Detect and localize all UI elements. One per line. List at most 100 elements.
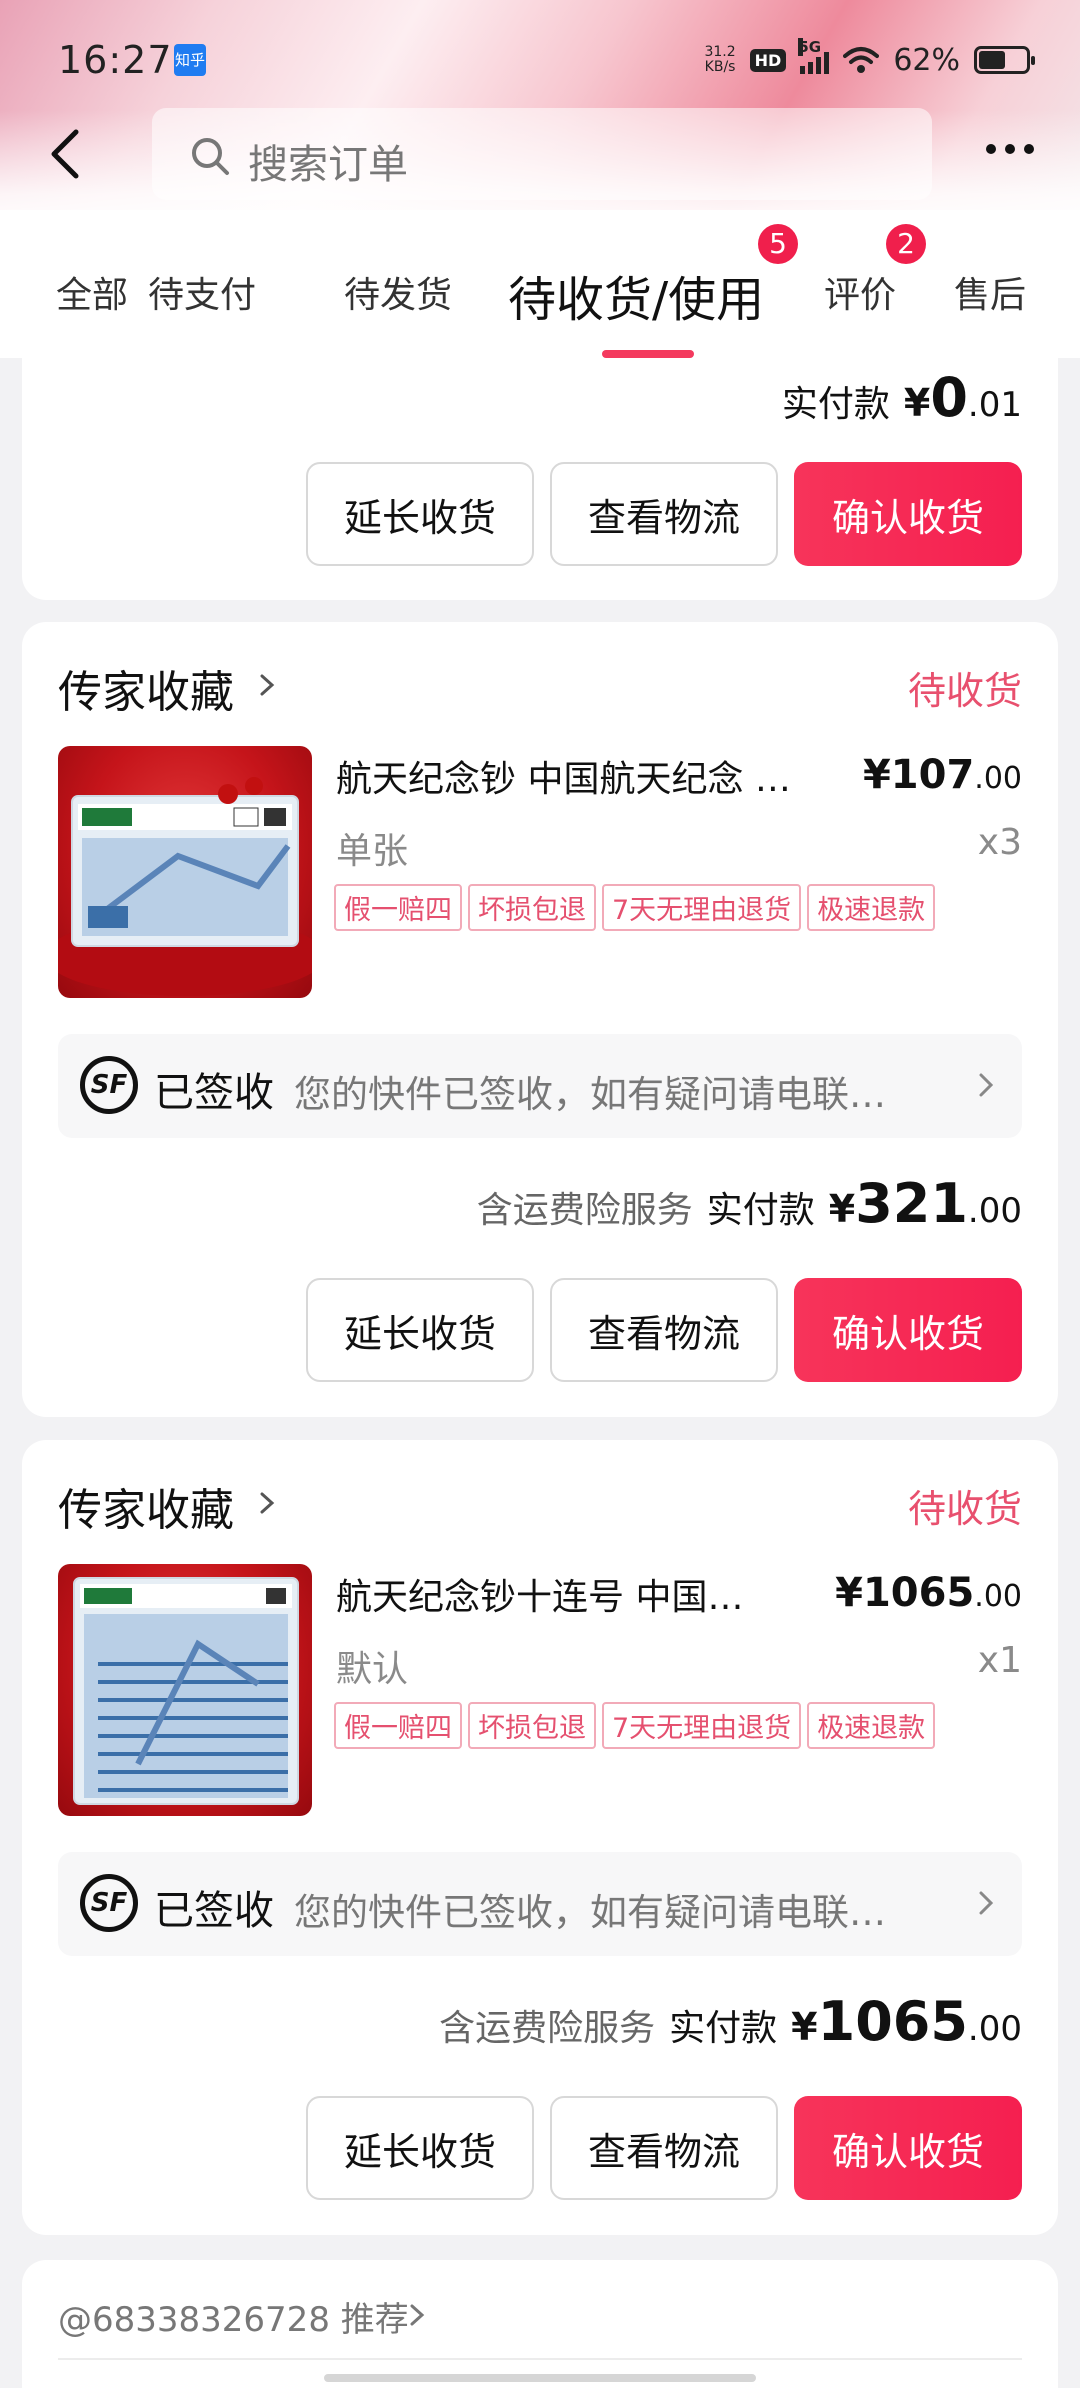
logistics-row[interactable]: SF 已签收 您的快件已签收，如有疑问请电联… <box>58 1034 1022 1138</box>
service-tags: 假一赔四 坏损包退 7天无理由退货 极速退款 <box>334 884 936 931</box>
tab-pending-shipment[interactable]: 待发货 <box>344 266 452 318</box>
price-int: 107 <box>890 752 975 798</box>
status-indicators: 31.2 KB/s HD 5G 62% <box>704 38 1035 80</box>
pay-label: 实付款 <box>706 1190 815 1231</box>
battery-icon <box>974 46 1035 74</box>
product-quantity: x3 <box>977 822 1022 863</box>
logistics-status: 已签收 <box>154 1070 274 1116</box>
search-input[interactable]: 搜索订单 <box>152 108 932 200</box>
search-icon <box>192 138 229 175</box>
product-title[interactable]: 航天纪念钞十连号 中国… <box>336 1568 743 1620</box>
extend-receipt-button[interactable]: 延长收货 <box>306 1278 534 1382</box>
order-status: 待收货 <box>907 1487 1022 1531</box>
service-tag: 坏损包退 <box>468 1702 596 1749</box>
search-placeholder: 搜索订单 <box>248 142 408 188</box>
wifi-icon <box>843 47 880 73</box>
logistics-message: 您的快件已签收，如有疑问请电联… <box>294 1891 886 1934</box>
product-image[interactable] <box>58 746 312 998</box>
insurance-label: 含运费险服务 <box>439 2008 656 2049</box>
net-speed: 31.2 KB/s <box>704 45 735 75</box>
payment-row: 实付款 ¥0.01 <box>782 366 1022 429</box>
tab-badge: 5 <box>758 224 798 264</box>
service-tag: 7天无理由退货 <box>602 884 802 931</box>
order-card[interactable]: 传家收藏 待收货 航天纪念钞十连号 中国… ¥1065.00 默认 x1 假一赔… <box>22 1440 1058 2235</box>
more-icon[interactable] <box>986 144 1034 154</box>
logistics-row[interactable]: SF 已签收 您的快件已签收，如有疑问请电联… <box>58 1852 1022 1956</box>
shop-name[interactable]: 传家收藏 <box>58 656 234 720</box>
price-int: 1065 <box>862 1570 975 1616</box>
order-card: 实付款 ¥0.01 延长收货 查看物流 确认收货 <box>22 330 1058 600</box>
divider <box>58 2358 1022 2360</box>
logistics-status: 已签收 <box>154 1888 274 1934</box>
confirm-receipt-button[interactable]: 确认收货 <box>794 462 1022 566</box>
chevron-right-icon <box>410 2304 425 2326</box>
extend-receipt-button[interactable]: 延长收货 <box>306 462 534 566</box>
logistics-message: 您的快件已签收，如有疑问请电联… <box>294 1073 886 1116</box>
back-icon[interactable] <box>40 126 96 182</box>
status-time: 16:27 <box>58 38 173 82</box>
zhihu-app-icon: 知乎 <box>174 44 206 76</box>
battery-percent: 62% <box>893 42 960 78</box>
net-speed-unit: KB/s <box>704 59 736 75</box>
pay-amount-int: 0 <box>930 366 968 429</box>
pay-amount-dec: .00 <box>967 1191 1022 1231</box>
product-image[interactable] <box>58 1564 312 1816</box>
banknote-image <box>58 777 312 996</box>
extend-receipt-button[interactable]: 延长收货 <box>306 2096 534 2200</box>
currency-symbol: ¥ <box>903 381 931 425</box>
action-buttons: 延长收货 查看物流 确认收货 <box>306 2096 1022 2200</box>
service-tag: 7天无理由退货 <box>602 1702 802 1749</box>
sf-express-icon: SF <box>80 1874 138 1932</box>
confirm-receipt-button[interactable]: 确认收货 <box>794 1278 1022 1382</box>
pay-amount: ¥1065.00 <box>791 1990 1022 2053</box>
pay-amount-dec: .00 <box>967 2009 1022 2049</box>
product-title[interactable]: 航天纪念钞 中国航天纪念 … <box>336 750 791 802</box>
tab-after-sales[interactable]: 售后 <box>954 266 1026 318</box>
pay-amount-dec: .01 <box>967 385 1022 425</box>
insurance-label: 含运费险服务 <box>476 1190 693 1231</box>
tab-pending-payment[interactable]: 待支付 <box>148 266 272 318</box>
tab-indicator <box>602 350 694 358</box>
chevron-right-icon <box>979 1073 994 1097</box>
tab-badge: 2 <box>886 224 926 264</box>
view-logistics-button[interactable]: 查看物流 <box>550 2096 778 2200</box>
pay-amount: ¥0.01 <box>904 366 1022 429</box>
chevron-right-icon <box>979 1891 994 1915</box>
service-tag: 假一赔四 <box>334 884 462 931</box>
tab-review[interactable]: 评价 <box>824 266 896 318</box>
status-bar: 16:27 知乎 31.2 KB/s HD 5G 62% <box>0 0 1080 118</box>
recommend-link[interactable]: @68338326728 推荐 <box>58 2292 409 2341</box>
order-card[interactable]: 传家收藏 待收货 航天纪念钞 中国航天纪念 … ¥107.00 单张 x3 假一… <box>22 622 1058 1417</box>
order-status: 待收货 <box>907 669 1022 713</box>
currency-symbol: ¥ <box>791 2005 818 2049</box>
currency-symbol: ¥ <box>828 1187 856 1231</box>
payment-row: 含运费险服务 实付款 ¥1065.00 <box>439 1990 1022 2053</box>
home-indicator[interactable] <box>324 2374 756 2382</box>
pay-amount-int: 321 <box>855 1172 968 1235</box>
order-tabs: 全部 待支付 待发货 待收货/使用 5 评价 2 售后 <box>0 210 1080 358</box>
net-speed-value: 31.2 <box>704 44 736 60</box>
product-spec: 默认 <box>336 1649 409 1690</box>
cellular-signal-icon: 5G <box>798 38 830 74</box>
tab-all[interactable]: 全部 <box>56 266 128 318</box>
tab-pending-receipt[interactable]: 待收货/使用 <box>508 260 764 330</box>
hd-icon: HD <box>749 48 787 72</box>
chevron-right-icon <box>260 1492 275 1514</box>
pay-label: 实付款 <box>781 384 890 425</box>
view-logistics-button[interactable]: 查看物流 <box>550 1278 778 1382</box>
pay-label: 实付款 <box>669 2008 778 2049</box>
product-price: ¥107.00 <box>863 752 1022 798</box>
currency-symbol: ¥ <box>835 1570 863 1616</box>
nav-bar: 搜索订单 <box>0 104 1080 204</box>
product-spec: 单张 <box>336 831 409 872</box>
service-tag: 假一赔四 <box>334 1702 462 1749</box>
action-buttons: 延长收货 查看物流 确认收货 <box>306 1278 1022 1382</box>
pay-amount-int: 1065 <box>817 1990 968 2053</box>
view-logistics-button[interactable]: 查看物流 <box>550 462 778 566</box>
shop-name[interactable]: 传家收藏 <box>58 1474 234 1538</box>
sf-express-icon: SF <box>80 1056 138 1114</box>
pay-amount: ¥321.00 <box>829 1172 1022 1235</box>
confirm-receipt-button[interactable]: 确认收货 <box>794 2096 1022 2200</box>
recommendation-card: @68338326728 推荐 <box>22 2260 1058 2388</box>
service-tag: 极速退款 <box>807 884 936 931</box>
